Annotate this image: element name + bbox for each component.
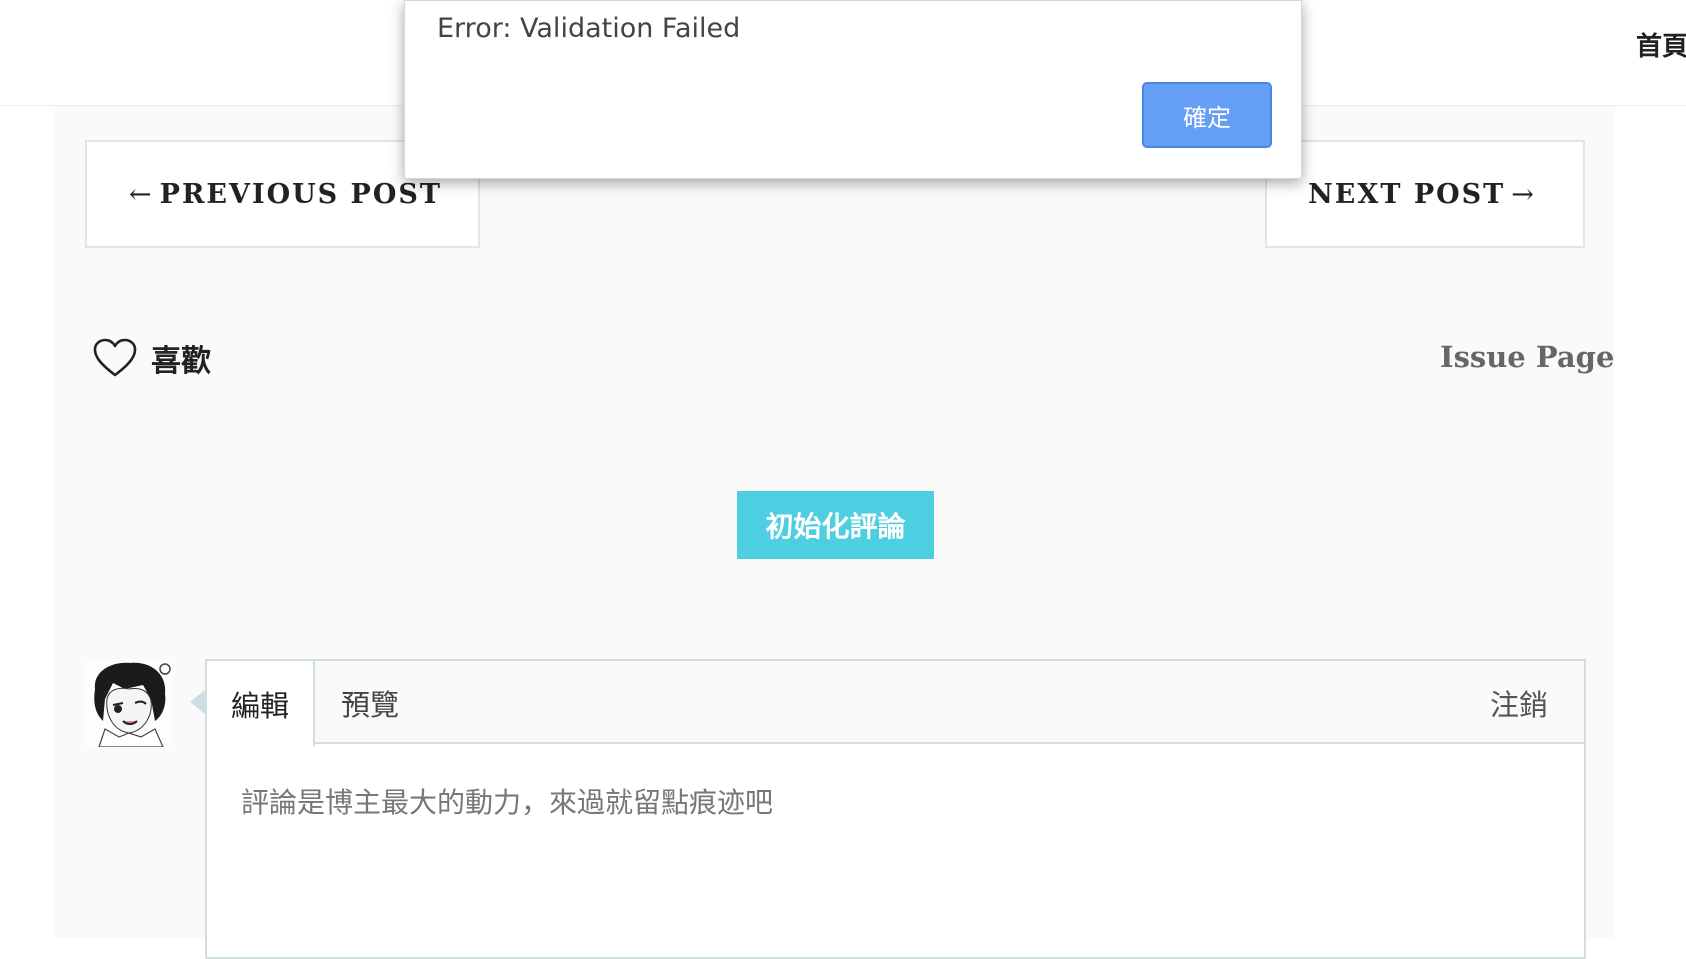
anime-avatar-image	[85, 659, 173, 747]
arrow-left-icon: ←	[129, 178, 154, 210]
issue-page-link[interactable]: Issue Page	[1440, 340, 1614, 374]
alert-dialog: Error: Validation Failed 確定	[404, 0, 1302, 179]
next-post-label: NEXT POST	[1308, 178, 1506, 210]
previous-post-label: PREVIOUS POST	[159, 178, 442, 210]
comment-editor: 編輯 預覽 注銷 評論是博主最大的動力，來過就留點痕迹吧	[205, 659, 1586, 959]
alert-ok-button[interactable]: 確定	[1142, 82, 1272, 148]
editor-tab-bar: 編輯 預覽 注銷	[207, 661, 1584, 746]
tab-edit[interactable]: 編輯	[207, 661, 315, 746]
avatar	[85, 659, 173, 747]
nav-home-link[interactable]: 首頁	[1636, 26, 1686, 63]
alert-message: Error: Validation Failed	[437, 13, 741, 44]
heart-outline-icon	[93, 338, 137, 377]
like-button[interactable]: 喜歡	[93, 336, 211, 380]
next-post-button[interactable]: NEXT POST →	[1265, 140, 1585, 248]
editor-pointer-arrow	[190, 689, 206, 715]
comment-textarea[interactable]	[207, 746, 1584, 946]
tab-preview[interactable]: 預覽	[315, 661, 425, 744]
like-label: 喜歡	[151, 344, 211, 379]
init-comments-button[interactable]: 初始化評論	[737, 491, 934, 559]
arrow-right-icon: →	[1511, 178, 1536, 210]
logout-button[interactable]: 注銷	[1474, 661, 1564, 744]
